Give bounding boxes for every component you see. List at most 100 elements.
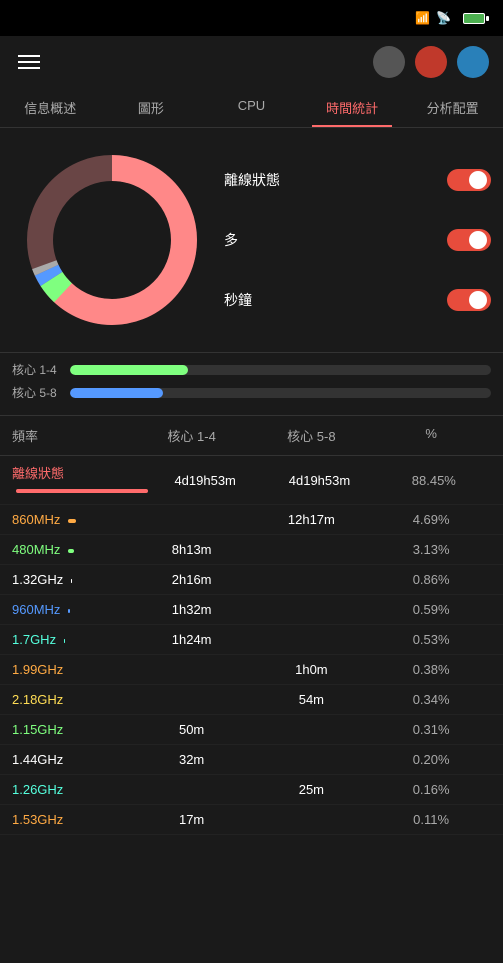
core-bar-fill xyxy=(70,365,188,375)
battery-icon xyxy=(463,13,485,24)
core14-cell: 1h24m xyxy=(132,632,252,647)
freq-label: 1.32GHz xyxy=(12,572,63,587)
freq-cell: 1.32GHz xyxy=(12,572,132,587)
core58-cell: 4d19h53m xyxy=(262,473,376,488)
core-bar-row: 核心 1-4 xyxy=(12,361,491,378)
freq-table-header: 頻率核心 1-4核心 5-8% xyxy=(0,416,503,456)
table-row: 1.15GHz 50m 0.31% xyxy=(0,715,503,745)
toggle-knob-timer xyxy=(469,291,487,309)
toggle-knob-offline xyxy=(469,171,487,189)
tab-cpu[interactable]: CPU xyxy=(201,88,302,127)
close-button[interactable] xyxy=(415,46,447,78)
table-row: 960MHz 1h32m 0.59% xyxy=(0,595,503,625)
freq-cell: 1.53GHz xyxy=(12,812,132,827)
freq-cell: 2.18GHz xyxy=(12,692,132,707)
core-bar-track xyxy=(70,365,491,375)
donut-chart xyxy=(12,140,212,340)
core-bar-fill xyxy=(70,388,163,398)
core-bar-label: 核心 5-8 xyxy=(12,384,62,401)
table-row: 2.18GHz 54m 0.34% xyxy=(0,685,503,715)
freq-label: 1.15GHz xyxy=(12,722,63,737)
toggle-row-timer: 秒鐘 xyxy=(224,285,491,315)
tab-time[interactable]: 時間統計 xyxy=(302,88,403,127)
core14-cell: 2h16m xyxy=(132,572,252,587)
table-header-col: 頻率 xyxy=(12,426,132,445)
table-row: 1.26GHz 25m 0.16% xyxy=(0,775,503,805)
core-bars: 核心 1-4 核心 5-8 xyxy=(0,353,503,416)
core14-cell: 1h32m xyxy=(132,602,252,617)
core58-cell: 54m xyxy=(252,692,372,707)
core14-cell: 50m xyxy=(132,722,252,737)
pct-cell: 0.16% xyxy=(371,782,491,797)
wifi-icon: 📡 xyxy=(436,11,451,25)
table-header-col: 核心 5-8 xyxy=(252,426,372,445)
pct-cell: 88.45% xyxy=(377,473,491,488)
toggle-row-multi: 多 xyxy=(224,225,491,255)
core14-cell: 32m xyxy=(132,752,252,767)
freq-label: 1.44GHz xyxy=(12,752,63,767)
toggle-label-offline: 離線狀態 xyxy=(224,170,280,190)
table-row: 1.7GHz 1h24m 0.53% xyxy=(0,625,503,655)
tab-info[interactable]: 信息概述 xyxy=(0,88,101,127)
status-bar: 📶 📡 xyxy=(0,0,503,36)
table-row: 離線狀態 4d19h53m 4d19h53m 88.45% xyxy=(0,456,503,505)
toggle-label-timer: 秒鐘 xyxy=(224,290,252,310)
table-row: 1.44GHz 32m 0.20% xyxy=(0,745,503,775)
core-bar-track xyxy=(70,388,491,398)
freq-label: 860MHz xyxy=(12,512,60,527)
pct-cell: 0.38% xyxy=(371,662,491,677)
toolbar xyxy=(0,36,503,88)
status-right: 📶 📡 xyxy=(415,11,491,25)
toggle-panel: 離線狀態 多 秒鐘 xyxy=(224,140,491,340)
core14-cell: 17m xyxy=(132,812,252,827)
freq-label: 2.18GHz xyxy=(12,692,63,707)
mini-bar xyxy=(68,549,74,553)
pct-cell: 0.31% xyxy=(371,722,491,737)
back-button[interactable] xyxy=(373,46,405,78)
table-row: 1.53GHz 17m 0.11% xyxy=(0,805,503,835)
table-header-col: % xyxy=(371,426,491,445)
help-button[interactable] xyxy=(457,46,489,78)
mini-bar xyxy=(16,489,148,493)
freq-label: 離線狀態 xyxy=(12,466,64,481)
pct-cell: 0.59% xyxy=(371,602,491,617)
menu-button[interactable] xyxy=(14,51,44,73)
nav-tabs: 信息概述圖形CPU時間統計分析配置 xyxy=(0,88,503,128)
freq-label: 1.99GHz xyxy=(12,662,63,677)
pct-cell: 3.13% xyxy=(371,542,491,557)
freq-cell: 480MHz xyxy=(12,542,132,557)
core-bar-row: 核心 5-8 xyxy=(12,384,491,401)
toggle-switch-multi[interactable] xyxy=(447,229,491,251)
toggle-switch-offline[interactable] xyxy=(447,169,491,191)
toolbar-actions xyxy=(373,46,489,78)
freq-table: 頻率核心 1-4核心 5-8% 離線狀態 4d19h53m 4d19h53m 8… xyxy=(0,416,503,851)
freq-label: 960MHz xyxy=(12,602,60,617)
freq-label: 1.7GHz xyxy=(12,632,56,647)
mini-bar xyxy=(64,639,66,643)
signal-icon: 📶 xyxy=(415,11,430,25)
pct-cell: 0.11% xyxy=(371,812,491,827)
table-row: 1.32GHz 2h16m 0.86% xyxy=(0,565,503,595)
tab-chart[interactable]: 圖形 xyxy=(101,88,202,127)
pct-cell: 0.34% xyxy=(371,692,491,707)
freq-cell: 1.26GHz xyxy=(12,782,132,797)
freq-cell: 1.44GHz xyxy=(12,752,132,767)
table-row: 1.99GHz 1h0m 0.38% xyxy=(0,655,503,685)
tab-analysis[interactable]: 分析配置 xyxy=(402,88,503,127)
freq-cell: 離線狀態 xyxy=(12,463,148,497)
core58-cell: 1h0m xyxy=(252,662,372,677)
core58-cell: 12h17m xyxy=(252,512,372,527)
pct-cell: 0.53% xyxy=(371,632,491,647)
pct-cell: 0.20% xyxy=(371,752,491,767)
freq-label: 1.53GHz xyxy=(12,812,63,827)
toggle-row-offline: 離線狀態 xyxy=(224,165,491,195)
freq-cell: 1.7GHz xyxy=(12,632,132,647)
mini-bar xyxy=(71,579,73,583)
table-row: 860MHz 12h17m 4.69% xyxy=(0,505,503,535)
pct-cell: 0.86% xyxy=(371,572,491,587)
toggle-switch-timer[interactable] xyxy=(447,289,491,311)
freq-label: 1.26GHz xyxy=(12,782,63,797)
freq-cell: 960MHz xyxy=(12,602,132,617)
toggle-knob-multi xyxy=(469,231,487,249)
donut-section: 離線狀態 多 秒鐘 xyxy=(0,128,503,353)
